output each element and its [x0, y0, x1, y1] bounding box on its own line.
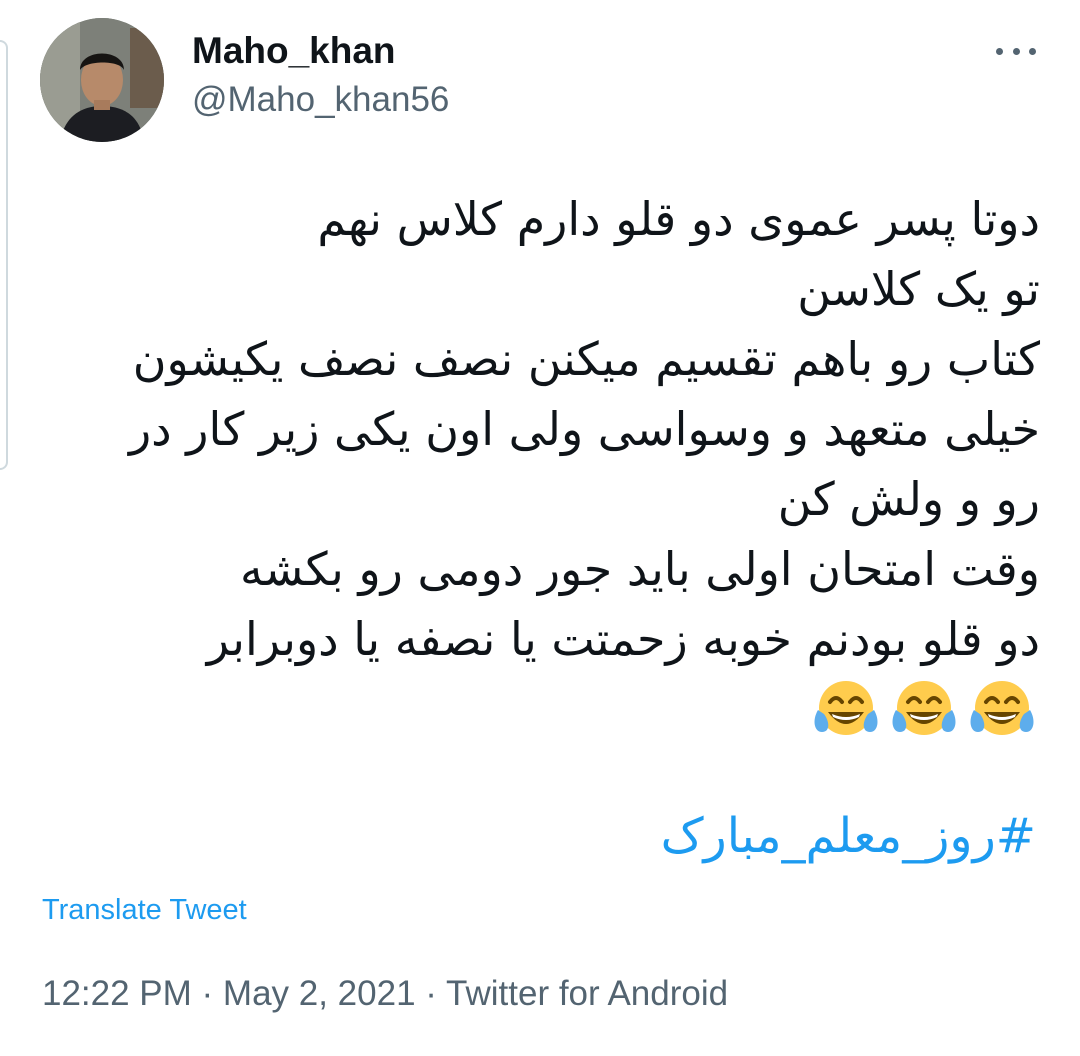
tears-of-joy-emoji-icon — [892, 681, 956, 735]
tweet-line: کتاب رو باهم تقسیم میکنن نصف نصف یکیشون — [132, 332, 1040, 386]
tweet-source[interactable]: Twitter for Android — [446, 974, 728, 1013]
tweet-line: دو قلو بودنم خوبه زحمتت یا نصفه یا دوبرا… — [206, 612, 1040, 666]
tweet-line: تو یک کلاسن — [797, 262, 1040, 316]
avatar-photo — [40, 18, 164, 142]
scroll-edge — [0, 40, 8, 470]
translate-tweet-link[interactable]: Translate Tweet — [42, 894, 247, 927]
meta-separator: · — [415, 974, 447, 1013]
tweet-text: دوتا پسر عموی دو قلو دارم کلاس نهم تو یک… — [44, 184, 1040, 674]
hashtag-link[interactable]: #روز_معلم_مبارک — [661, 808, 1036, 864]
meta-separator: · — [191, 974, 223, 1013]
tweet-line: وقت امتحان اولی باید جور دومی رو بکشه — [239, 542, 1040, 596]
more-horizontal-icon[interactable] — [996, 36, 1036, 66]
more-dot — [996, 47, 1003, 55]
avatar[interactable] — [40, 18, 164, 142]
tweet-line: رو و ولش کن — [777, 472, 1040, 526]
tweet-metadata: 12:22 PM · May 2, 2021 · Twitter for And… — [42, 974, 728, 1014]
more-dot — [1012, 47, 1020, 55]
tears-of-joy-emoji-icon — [970, 681, 1034, 735]
tweet-line: دوتا پسر عموی دو قلو دارم کلاس نهم — [317, 192, 1040, 246]
display-name[interactable]: Maho_khan — [192, 30, 396, 72]
tears-of-joy-emoji-icon — [814, 681, 878, 735]
user-handle[interactable]: @Maho_khan56 — [192, 80, 449, 120]
more-dot — [1029, 47, 1036, 55]
tweet-date[interactable]: May 2, 2021 — [223, 974, 416, 1013]
emoji-row — [812, 676, 1036, 742]
tweet-time[interactable]: 12:22 PM — [42, 974, 192, 1013]
tweet-line: خیلی متعهد و وسواسی ولی اون یکی زیر کار … — [128, 402, 1040, 456]
